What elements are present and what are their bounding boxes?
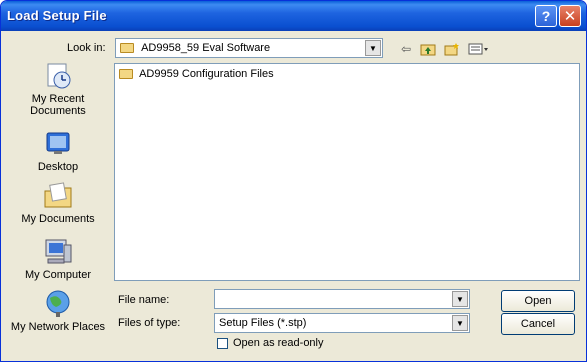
place-label: Desktop [37, 161, 79, 173]
place-label: My Computer [24, 269, 92, 281]
lookin-label: Look in: [67, 42, 106, 54]
filetype-combo[interactable]: Setup Files (*.stp) ▼ [214, 313, 470, 333]
filename-label: File name: [118, 294, 170, 306]
place-label: My Network Places [10, 321, 106, 333]
filetype-value: Setup Files (*.stp) [219, 317, 307, 329]
recent-documents-icon [42, 61, 74, 91]
my-documents-icon [42, 181, 74, 211]
place-my-documents[interactable]: My Documents [8, 181, 108, 225]
network-places-icon [42, 289, 74, 319]
readonly-label: Open as read-only [233, 337, 324, 349]
folder-icon [120, 43, 134, 54]
readonly-checkbox[interactable] [217, 338, 228, 349]
file-list[interactable]: AD9959 Configuration Files [114, 63, 580, 281]
dialog-title: Load Setup File [7, 8, 107, 23]
chevron-down-icon[interactable]: ▼ [452, 291, 468, 307]
folder-icon [119, 69, 133, 80]
cancel-button[interactable]: Cancel [501, 313, 575, 335]
view-menu-icon[interactable] [466, 41, 492, 57]
place-recent-documents[interactable]: My Recent Documents [8, 61, 108, 117]
open-button[interactable]: Open [501, 290, 575, 312]
my-computer-icon [42, 237, 74, 267]
place-label: My Recent Documents [30, 93, 86, 117]
file-name: AD9959 Configuration Files [139, 68, 274, 80]
up-folder-icon[interactable] [419, 41, 437, 57]
desktop-icon [42, 129, 74, 159]
list-item[interactable]: AD9959 Configuration Files [119, 68, 274, 80]
place-label: My Documents [21, 213, 95, 225]
lookin-combo[interactable]: AD9958_59 Eval Software ▼ [115, 38, 383, 58]
load-setup-file-dialog: Load Setup File ? ✕ Look in: AD9958_59 E… [0, 0, 587, 362]
help-button[interactable]: ? [535, 5, 557, 27]
filetype-label: Files of type: [118, 317, 181, 329]
lookin-value: AD9958_59 Eval Software [141, 42, 271, 54]
title-bar[interactable]: Load Setup File ? ✕ [1, 1, 586, 31]
place-network[interactable]: My Network Places [8, 289, 108, 333]
filename-input[interactable]: ▼ [214, 289, 470, 309]
place-my-computer[interactable]: My Computer [8, 237, 108, 281]
chevron-down-icon[interactable]: ▼ [365, 40, 381, 56]
chevron-down-icon[interactable]: ▼ [452, 315, 468, 331]
close-button[interactable]: ✕ [559, 5, 581, 27]
place-desktop[interactable]: Desktop [8, 129, 108, 173]
places-bar: My Recent Documents Desktop My Documents… [8, 57, 108, 359]
back-icon[interactable]: ⇦ [397, 41, 415, 57]
new-folder-icon[interactable] [443, 41, 461, 57]
